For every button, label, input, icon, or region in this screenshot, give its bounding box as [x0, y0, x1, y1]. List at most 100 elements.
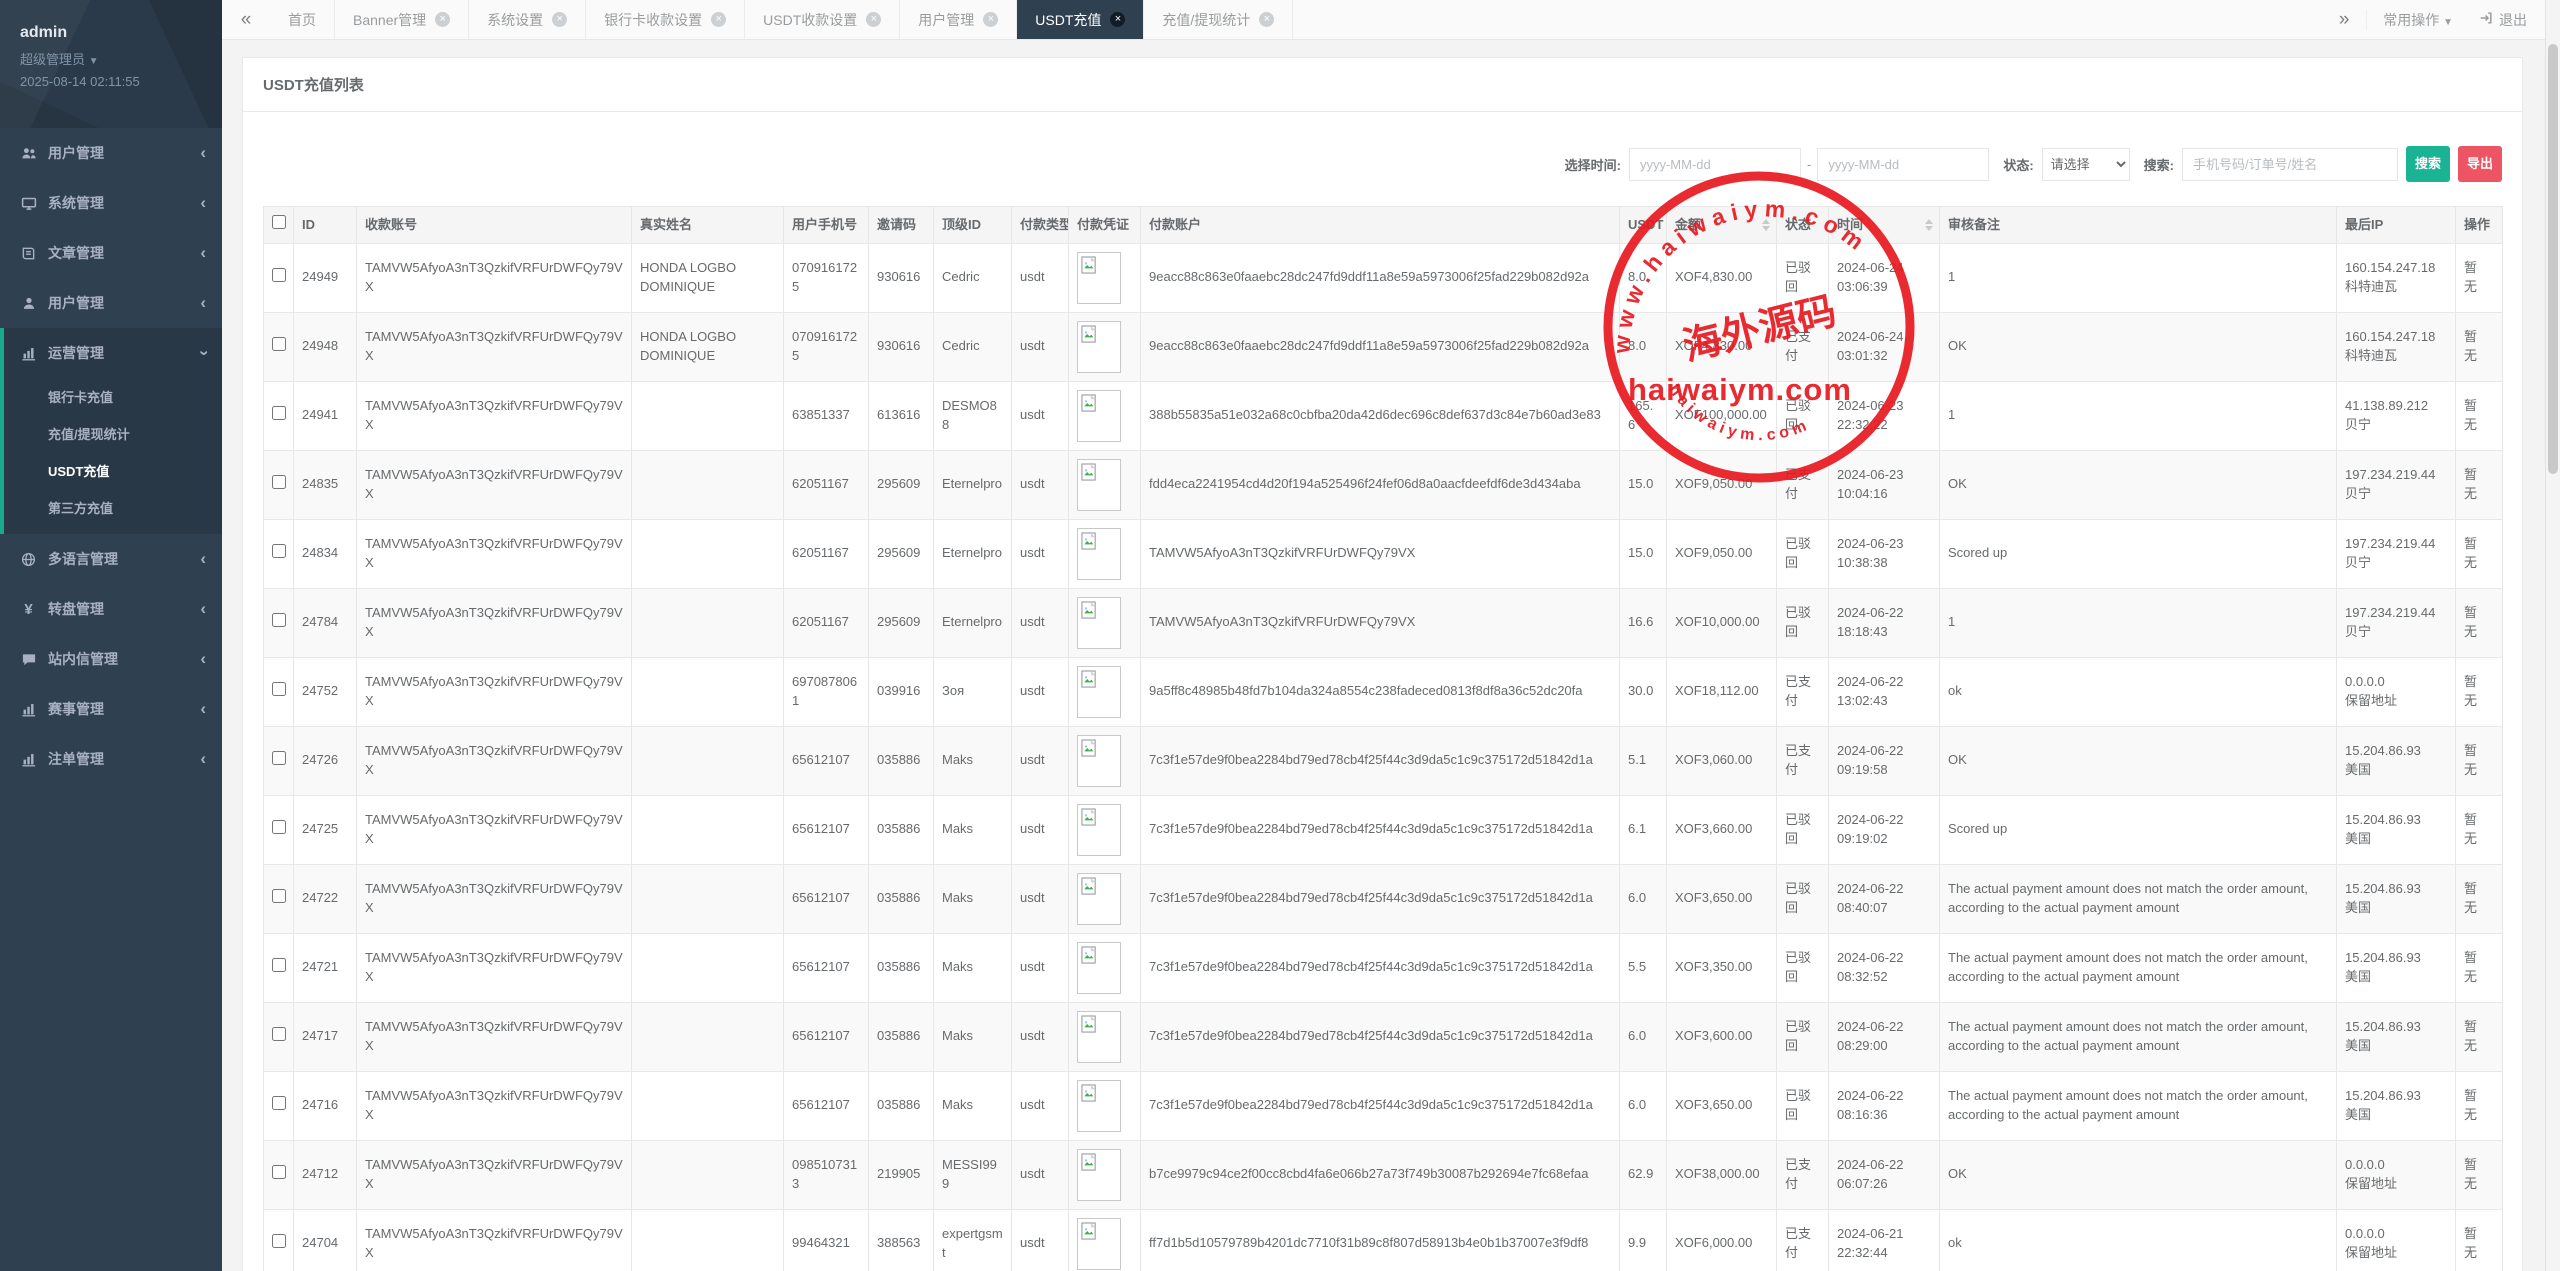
payment-voucher-thumbnail[interactable] [1077, 390, 1121, 442]
column-header-金额[interactable]: 金额 [1667, 207, 1777, 244]
payment-voucher-thumbnail[interactable] [1077, 942, 1121, 994]
row-action[interactable]: 暂无 [2456, 657, 2503, 726]
select-all-checkbox[interactable] [272, 215, 286, 229]
row-action[interactable]: 暂无 [2456, 726, 2503, 795]
tab-close-icon[interactable]: × [435, 12, 450, 27]
row-action[interactable]: 暂无 [2456, 1071, 2503, 1140]
row-action[interactable]: 暂无 [2456, 381, 2503, 450]
row-checkbox[interactable] [272, 820, 286, 834]
row-checkbox[interactable] [272, 1096, 286, 1110]
tab-close-icon[interactable]: × [552, 12, 567, 27]
sidebar-item-文章管理[interactable]: 文章管理‹ [0, 228, 222, 278]
logout-button[interactable]: 退出 [2469, 10, 2545, 30]
row-action[interactable]: 暂无 [2456, 864, 2503, 933]
row-checkbox[interactable] [272, 613, 286, 627]
payment-voucher-thumbnail[interactable] [1077, 528, 1121, 580]
date-to-input[interactable] [1817, 148, 1989, 181]
tab-close-icon[interactable]: × [866, 12, 881, 27]
row-action[interactable]: 暂无 [2456, 312, 2503, 381]
tab-close-icon[interactable]: × [983, 12, 998, 27]
sidebar-item-转盘管理[interactable]: ¥转盘管理‹ [0, 584, 222, 634]
tab-银行卡收款设置[interactable]: 银行卡收款设置× [586, 0, 745, 39]
tabs-scroll-right-button[interactable]: » [2322, 9, 2366, 31]
row-checkbox[interactable] [272, 751, 286, 765]
row-checkbox[interactable] [272, 1165, 286, 1179]
row-action[interactable]: 暂无 [2456, 1002, 2503, 1071]
tab-close-icon[interactable]: × [711, 12, 726, 27]
sort-icon[interactable] [1762, 219, 1770, 231]
payment-voucher-thumbnail[interactable] [1077, 666, 1121, 718]
row-voucher-cell [1069, 864, 1141, 933]
sidebar-item-赛事管理[interactable]: 赛事管理‹ [0, 684, 222, 734]
payment-voucher-thumbnail[interactable] [1077, 321, 1121, 373]
payment-voucher-thumbnail[interactable] [1077, 1149, 1121, 1201]
sidebar-subitem-充值/提现统计[interactable]: 充值/提现统计 [4, 415, 222, 452]
sidebar-item-系统管理[interactable]: 系统管理‹ [0, 178, 222, 228]
sidebar-item-多语言管理[interactable]: 多语言管理‹ [0, 534, 222, 584]
row-pay-account: 7c3f1e57de9f0bea2284bd79ed78cb4f25f44c3d… [1141, 864, 1620, 933]
sort-icon[interactable] [1925, 219, 1933, 231]
chevron-down-icon: ‹ [198, 350, 208, 356]
payment-voucher-thumbnail[interactable] [1077, 804, 1121, 856]
tabs-scroll-left-button[interactable]: « [222, 0, 270, 39]
row-action[interactable]: 暂无 [2456, 1209, 2503, 1271]
payment-voucher-thumbnail[interactable] [1077, 597, 1121, 649]
sidebar-item-站内信管理[interactable]: 站内信管理‹ [0, 634, 222, 684]
row-checkbox[interactable] [272, 889, 286, 903]
column-header-时间[interactable]: 时间 [1829, 207, 1940, 244]
profile-role[interactable]: 超级管理员 ▼ [20, 49, 202, 68]
tab-USDT收款设置[interactable]: USDT收款设置× [745, 0, 900, 39]
row-pay-account: 7c3f1e57de9f0bea2284bd79ed78cb4f25f44c3d… [1141, 795, 1620, 864]
row-id: 24784 [294, 588, 357, 657]
row-action[interactable]: 暂无 [2456, 450, 2503, 519]
sidebar-item-运营管理[interactable]: 运营管理‹ [4, 328, 222, 378]
tab-USDT充值[interactable]: USDT充值× [1017, 0, 1144, 39]
row-action[interactable]: 暂无 [2456, 243, 2503, 312]
date-from-input[interactable] [1629, 148, 1801, 181]
payment-voucher-thumbnail[interactable] [1077, 735, 1121, 787]
tab-充值/提现统计[interactable]: 充值/提现统计× [1144, 0, 1293, 39]
row-checkbox[interactable] [272, 1027, 286, 1041]
tab-系统设置[interactable]: 系统设置× [469, 0, 586, 39]
row-checkbox[interactable] [272, 406, 286, 420]
row-action[interactable]: 暂无 [2456, 519, 2503, 588]
row-checkbox[interactable] [272, 544, 286, 558]
row-checkbox[interactable] [272, 268, 286, 282]
sidebar-subitem-银行卡充值[interactable]: 银行卡充值 [4, 378, 222, 415]
payment-voucher-thumbnail[interactable] [1077, 873, 1121, 925]
sidebar-subitem-USDT充值[interactable]: USDT充值 [4, 452, 222, 489]
payment-voucher-thumbnail[interactable] [1077, 1218, 1121, 1270]
row-action[interactable]: 暂无 [2456, 795, 2503, 864]
export-button[interactable]: 导出 [2458, 146, 2502, 182]
tab-close-icon[interactable]: × [1259, 12, 1274, 27]
tab-close-icon[interactable]: × [1110, 12, 1125, 27]
row-checkbox[interactable] [272, 958, 286, 972]
row-checkbox[interactable] [272, 337, 286, 351]
payment-voucher-thumbnail[interactable] [1077, 1080, 1121, 1132]
row-action[interactable]: 暂无 [2456, 933, 2503, 1002]
sidebar-item-用户管理[interactable]: 用户管理‹ [0, 278, 222, 328]
payment-voucher-thumbnail[interactable] [1077, 1011, 1121, 1063]
sidebar-item-用户管理[interactable]: 用户管理‹ [0, 128, 222, 178]
tab-用户管理[interactable]: 用户管理× [900, 0, 1017, 39]
sidebar-item-注单管理[interactable]: 注单管理‹ [0, 734, 222, 784]
row-last-ip: 15.204.86.93美国 [2337, 726, 2456, 795]
row-checkbox[interactable] [272, 1234, 286, 1248]
row-select-cell [264, 450, 294, 519]
row-status: 已驳回 [1777, 588, 1829, 657]
row-action[interactable]: 暂无 [2456, 1140, 2503, 1209]
row-action[interactable]: 暂无 [2456, 588, 2503, 657]
quick-operations-menu[interactable]: 常用操作 ▼ [2366, 10, 2469, 30]
search-button[interactable]: 搜索 [2406, 146, 2450, 182]
payment-voucher-thumbnail[interactable] [1077, 252, 1121, 304]
status-select[interactable]: 请选择 [2042, 148, 2130, 181]
scrollbar-thumb[interactable] [2548, 44, 2558, 474]
tab-首页[interactable]: 首页 [270, 0, 335, 39]
tab-Banner管理[interactable]: Banner管理× [335, 0, 469, 39]
payment-voucher-thumbnail[interactable] [1077, 459, 1121, 511]
search-input[interactable] [2182, 148, 2398, 181]
row-checkbox[interactable] [272, 682, 286, 696]
vertical-scrollbar[interactable] [2545, 0, 2560, 1271]
sidebar-subitem-第三方充值[interactable]: 第三方充值 [4, 489, 222, 526]
row-checkbox[interactable] [272, 475, 286, 489]
